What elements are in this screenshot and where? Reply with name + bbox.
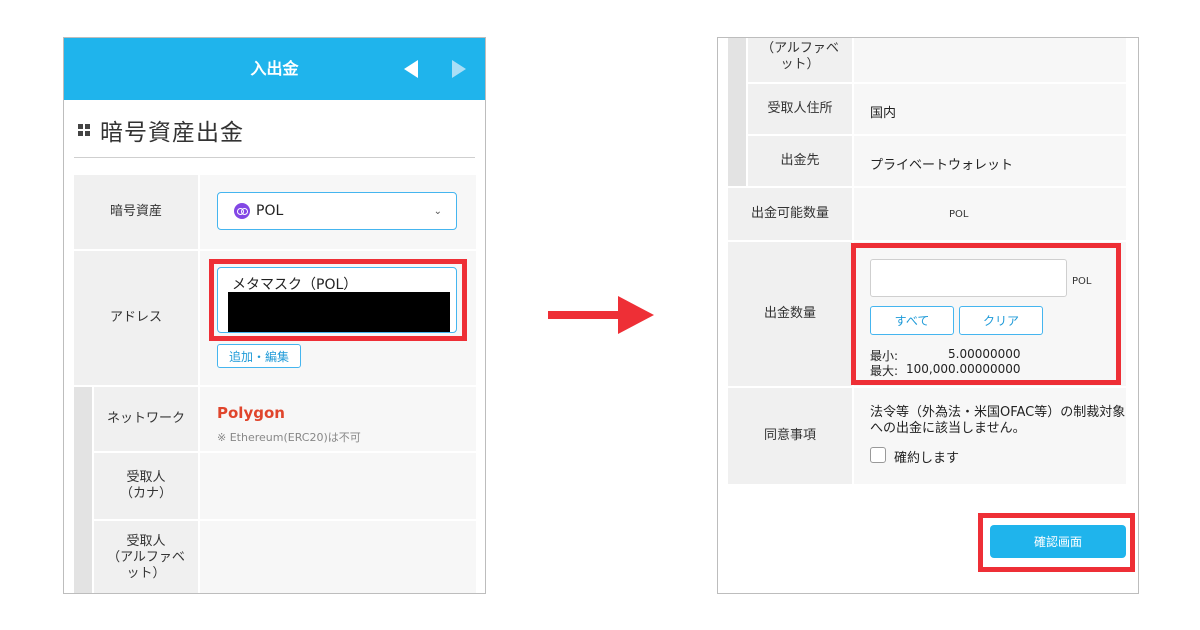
agree-checkbox[interactable] xyxy=(870,447,886,463)
recipient-alpha-value xyxy=(854,38,1126,82)
consent-label: 同意事項 xyxy=(728,388,852,484)
recipient-alpha-label-continued: （アルファベ ット） xyxy=(748,38,852,82)
crypto-label: 暗号資産 xyxy=(74,175,198,249)
right-screen: （アルファベ ット） 受取人住所 国内 出金先 プライベートウォレット 出金可能数… xyxy=(717,37,1139,594)
address-highlight-frame xyxy=(209,259,467,341)
polygon-logo-icon xyxy=(234,203,250,219)
confirm-highlight-frame xyxy=(978,513,1135,572)
recipient-address-label: 受取人住所 xyxy=(748,84,852,134)
network-label: ネットワーク xyxy=(94,387,198,451)
network-note: ※ Ethereum(ERC20)は不可 xyxy=(217,431,361,444)
recipient-alpha-value xyxy=(200,521,476,593)
chevron-down-icon: ⌄ xyxy=(433,206,442,217)
destination-label: 出金先 xyxy=(748,136,852,186)
left-screen: 入出金 暗号資産出金 暗号資産 POL ⌄ アドレス メタマスク（POL） 追加… xyxy=(63,37,486,594)
grid-icon xyxy=(78,124,90,136)
address-label: アドレス xyxy=(74,251,198,385)
nav-back-icon[interactable] xyxy=(404,60,418,78)
title-divider xyxy=(74,157,475,158)
consent-text: 法令等（外為法・米国OFAC等）の制裁対象への出金に該当しません。 xyxy=(870,405,1126,437)
recipient-kana-value xyxy=(200,453,476,519)
sub-row-indent xyxy=(74,387,92,593)
add-edit-button[interactable]: 追加・編集 xyxy=(217,344,301,368)
nav-forward-icon[interactable] xyxy=(452,60,466,78)
sub-row-indent xyxy=(728,38,746,186)
recipient-address-value: 国内 xyxy=(870,106,897,121)
amount-label: 出金数量 xyxy=(728,242,852,386)
arrow-head-icon xyxy=(618,296,654,334)
available-value-cell xyxy=(854,188,1126,240)
header-title: 入出金 xyxy=(250,59,299,78)
network-value: Polygon xyxy=(217,404,285,422)
available-unit: POL xyxy=(949,209,969,220)
app-header: 入出金 xyxy=(64,38,485,100)
amount-highlight-frame xyxy=(851,243,1121,385)
page-title: 暗号資産出金 xyxy=(78,110,244,150)
recipient-alpha-label: 受取人 （アルファベ ット） xyxy=(94,521,198,593)
available-label: 出金可能数量 xyxy=(728,188,852,240)
recipient-kana-label: 受取人 （カナ） xyxy=(94,453,198,519)
page-title-text: 暗号資産出金 xyxy=(100,120,244,146)
agree-label: 確約します xyxy=(894,451,960,466)
destination-value: プライベートウォレット xyxy=(870,158,1014,173)
crypto-select[interactable]: POL ⌄ xyxy=(217,192,457,230)
arrow-right-icon xyxy=(548,311,620,319)
